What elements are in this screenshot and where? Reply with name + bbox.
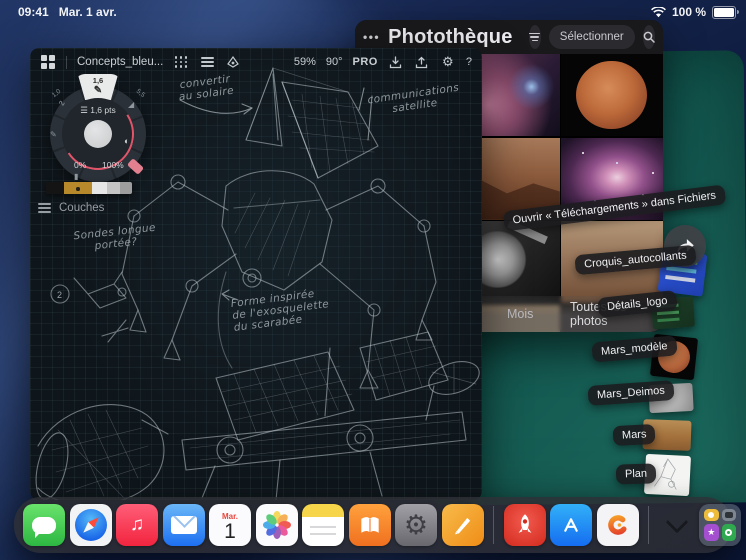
opacity-max-label: 100%	[102, 160, 124, 170]
dock-app-messages[interactable]	[23, 504, 65, 546]
tab-months[interactable]: Mois	[507, 307, 533, 321]
dock-app-sketch-pen[interactable]	[441, 504, 484, 546]
select-button[interactable]: Sélectionner	[548, 25, 635, 49]
gallery-grid-icon	[41, 55, 55, 69]
tool-wheel[interactable]: 1,6 ✎ ∿ ◢ ✎ ▮ 1,0 5,5 ☰ 1,6 pts 0% 100% …	[44, 74, 152, 192]
document-title[interactable]: Concepts_bleu...	[77, 56, 163, 68]
concepts-c-icon	[607, 515, 628, 535]
drag-file-label[interactable]: Plan	[615, 463, 657, 485]
status-bar: 09:41 Mar. 1 avr. 100 %	[0, 0, 746, 24]
stacked-lines-icon	[200, 57, 214, 67]
pro-badge[interactable]: PRO	[353, 56, 378, 68]
settings-button[interactable]: ⚙	[440, 54, 456, 70]
gear-icon: ⚙	[442, 54, 454, 69]
layers-panel-toggle[interactable]: Couches	[38, 202, 104, 214]
open-book-icon	[360, 517, 379, 533]
import-icon	[390, 55, 402, 68]
photos-window-title: Photothèque	[388, 25, 513, 48]
lightbulb-mini-icon	[704, 509, 719, 521]
app-library-grid: ★	[704, 509, 736, 541]
shape-pen-icon	[227, 55, 240, 68]
swatch-lightgray[interactable]	[107, 182, 120, 194]
dock-app-library[interactable]: ★	[699, 504, 741, 546]
dock-app-mail[interactable]	[162, 504, 205, 546]
battery-icon	[712, 5, 739, 19]
note-lines-icon	[310, 526, 336, 528]
import-button[interactable]	[388, 54, 404, 70]
screen: 09:41 Mar. 1 avr. 100 % Mois Toutes phot…	[0, 0, 746, 560]
filter-button[interactable]	[528, 25, 541, 49]
export-icon	[416, 56, 428, 68]
star-mini-icon: ★	[704, 524, 719, 541]
dock-collapse-button[interactable]	[659, 504, 695, 546]
dock-divider	[648, 506, 649, 544]
opacity-min-label: 0%	[74, 160, 87, 170]
dock-app-photos[interactable]	[255, 504, 298, 546]
drag-file-label[interactable]: Mars	[612, 423, 656, 447]
help-button[interactable]: ?	[466, 56, 472, 68]
wifi-icon	[651, 6, 666, 17]
shape-guide-button[interactable]	[225, 54, 241, 70]
dots-grid-icon	[174, 56, 188, 68]
camera-mini-icon	[721, 509, 736, 521]
dock: ♫ Mar. 1 ⚙ ★	[14, 497, 741, 553]
envelope-icon	[170, 516, 197, 534]
right-tool-size: 5,5	[134, 87, 147, 100]
layers-label: Couches	[59, 202, 105, 214]
marker-tool-icon[interactable]: ▮	[74, 172, 78, 181]
swatch-black[interactable]	[46, 182, 64, 194]
dock-app-notes[interactable]	[302, 504, 344, 546]
wire-tool-icon[interactable]: ✎	[50, 130, 57, 139]
music-note-icon: ♫	[129, 514, 145, 535]
dock-divider	[493, 506, 494, 544]
swatch-white[interactable]	[92, 182, 107, 194]
eraser-tool[interactable]	[126, 158, 145, 175]
battery-percent: 100 %	[671, 5, 706, 19]
zoom-level[interactable]: 59%	[294, 56, 316, 68]
dock-app-calendar[interactable]: Mar. 1	[209, 504, 251, 546]
status-time[interactable]: 09:41	[18, 5, 49, 19]
compass-icon	[74, 509, 107, 541]
dock-app-app-store[interactable]	[550, 504, 592, 546]
precision-grid-button[interactable]	[173, 54, 189, 70]
search-button[interactable]	[642, 25, 655, 49]
chevron-down-icon	[665, 510, 688, 534]
concepts-window[interactable]: 2 convertir au solaire communications sa…	[30, 48, 482, 500]
photos-flower-icon	[262, 511, 291, 539]
color-swatch-bar[interactable]	[46, 182, 132, 194]
gear-icon: ⚙	[403, 509, 429, 540]
layers-menu-button[interactable]	[199, 54, 215, 70]
active-tool-size: 1,6	[92, 76, 104, 85]
swatch-gray[interactable]	[120, 182, 132, 194]
pen-icon	[454, 517, 470, 535]
status-date[interactable]: Mar. 1 avr.	[59, 5, 117, 19]
gallery-button[interactable]	[40, 54, 56, 70]
rotation-value[interactable]: 90°	[326, 56, 343, 68]
calendar-day: 1	[224, 519, 236, 543]
chat-bubble-icon	[32, 516, 56, 538]
dock-app-settings[interactable]: ⚙	[395, 504, 437, 546]
contrast-icon: ◐	[124, 136, 130, 146]
search-icon	[643, 31, 655, 43]
active-swatch-dot	[76, 187, 80, 191]
stroke-size-label: ☰ 1,6 pts	[80, 105, 116, 115]
tool-wheel-hub[interactable]	[84, 120, 112, 148]
layers-icon	[38, 203, 51, 213]
dock-app-safari[interactable]	[69, 504, 112, 546]
rocket-icon	[518, 514, 531, 533]
dock-app-concepts[interactable]	[596, 504, 639, 546]
concepts-toolbar: Concepts_bleu... 59% 90° PRO ⚙ ?	[30, 48, 482, 76]
dock-app-books[interactable]	[348, 504, 391, 546]
export-button[interactable]	[414, 54, 430, 70]
photo-thumb-mars-globe[interactable]	[561, 54, 663, 136]
sketch-circled-number: 2	[57, 290, 62, 300]
more-menu-button[interactable]: •••	[363, 30, 380, 44]
ball-mini-icon	[721, 524, 736, 541]
dock-app-music[interactable]: ♫	[116, 504, 158, 546]
dock-app-rocket[interactable]	[503, 504, 546, 546]
app-store-a-icon	[564, 518, 578, 532]
filter-icon	[529, 32, 541, 42]
